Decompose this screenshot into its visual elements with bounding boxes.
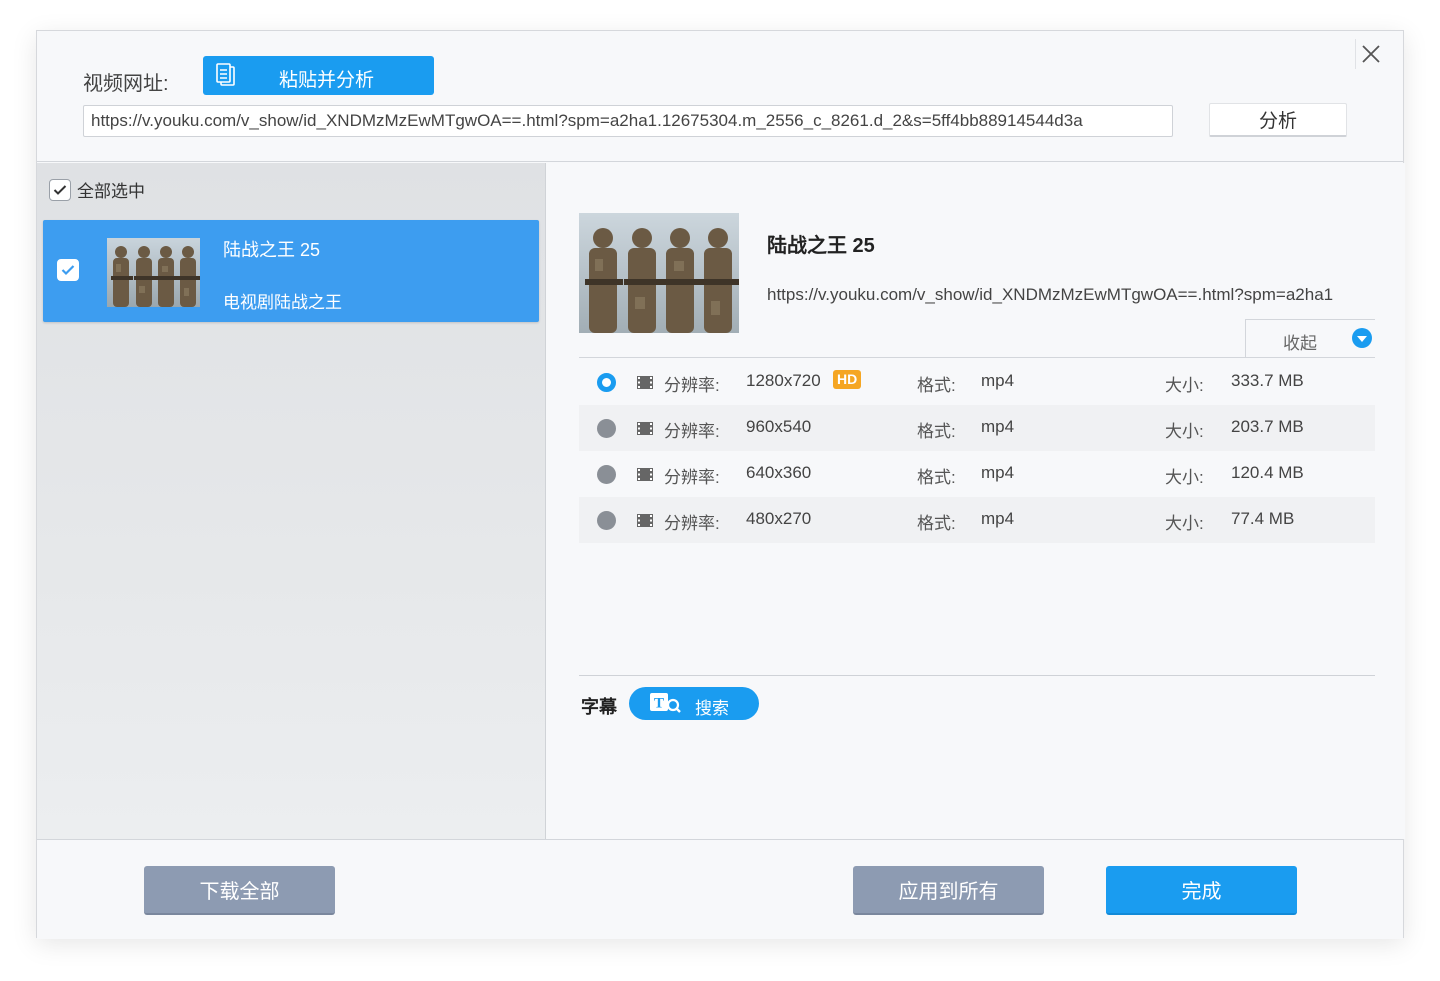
format-key: 格式: xyxy=(917,514,956,533)
format-key: 格式: xyxy=(917,376,956,395)
format-radio[interactable] xyxy=(597,419,616,438)
dialog-header: 视频网址: 粘贴并分析 https://v.youku.com/v_show/i… xyxy=(37,31,1403,162)
select-all-checkbox[interactable]: 全部选中 xyxy=(49,177,145,202)
format-value: mp4 xyxy=(981,371,1015,390)
resolution-value: 1280x720 xyxy=(746,371,821,390)
size-value: 77.4 MB xyxy=(1231,509,1295,528)
film-icon xyxy=(637,514,653,527)
resolution-key: 分辨率: xyxy=(664,468,720,487)
video-title: 陆战之王 25 xyxy=(767,235,875,257)
size-value: 333.7 MB xyxy=(1231,371,1304,390)
video-thumbnail xyxy=(107,238,200,307)
done-button[interactable]: 完成 xyxy=(1106,866,1297,915)
format-value: mp4 xyxy=(981,463,1015,482)
format-value: mp4 xyxy=(981,417,1015,436)
chevron-down-icon xyxy=(1352,328,1372,348)
apply-to-all-button[interactable]: 应用到所有 xyxy=(853,866,1044,915)
item-title: 陆战之王 25 xyxy=(223,240,321,260)
check-icon xyxy=(61,265,75,276)
format-row[interactable]: 分辨率: 480x270 格式: mp4 大小: 77.4 MB xyxy=(579,497,1375,543)
download-dialog: 视频网址: 粘贴并分析 https://v.youku.com/v_show/i… xyxy=(36,30,1405,939)
size-value: 203.7 MB xyxy=(1231,417,1304,436)
subtitle-search-icon: T xyxy=(650,693,681,713)
format-row[interactable]: 分辨率: 1280x720 HD 格式: mp4 大小: 333.7 MB xyxy=(579,359,1375,405)
select-all-label: 全部选中 xyxy=(77,182,145,201)
collapse-label: 收起 xyxy=(1283,334,1317,353)
item-checkbox[interactable] xyxy=(57,259,79,281)
resolution-key: 分辨率: xyxy=(664,514,720,533)
format-key: 格式: xyxy=(917,422,956,441)
resolution-key: 分辨率: xyxy=(664,422,720,441)
check-icon xyxy=(53,184,67,195)
video-preview-thumbnail xyxy=(579,213,739,333)
hd-badge: HD xyxy=(833,370,862,389)
size-key: 大小: xyxy=(1165,376,1204,395)
dialog-footer: 下载全部 应用到所有 完成 xyxy=(37,839,1403,939)
divider xyxy=(579,675,1375,676)
analyze-button[interactable]: 分析 xyxy=(1209,103,1347,137)
format-key: 格式: xyxy=(917,468,956,487)
checkbox[interactable] xyxy=(49,178,71,201)
close-icon xyxy=(1361,45,1380,63)
video-list-sidebar: 全部选中 陆战之王 25 电视剧陆战之王 xyxy=(37,163,546,839)
size-key: 大小: xyxy=(1165,422,1204,441)
format-radio[interactable] xyxy=(597,373,616,392)
size-key: 大小: xyxy=(1165,514,1204,533)
format-value: mp4 xyxy=(981,509,1015,528)
resolution-value: 960x540 xyxy=(746,417,812,436)
collapse-button[interactable]: 收起 xyxy=(1245,319,1375,358)
clipboard-icon xyxy=(216,63,235,86)
paste-button-label: 粘贴并分析 xyxy=(279,70,375,91)
url-input[interactable]: https://v.youku.com/v_show/id_XNDMzMzEwM… xyxy=(83,105,1173,137)
film-icon xyxy=(637,422,653,435)
close-button[interactable] xyxy=(1355,39,1385,69)
size-value: 120.4 MB xyxy=(1231,463,1304,482)
format-row[interactable]: 分辨率: 960x540 格式: mp4 大小: 203.7 MB xyxy=(579,405,1375,451)
video-list-item[interactable]: 陆战之王 25 电视剧陆战之王 xyxy=(43,220,539,322)
subtitle-label: 字幕 xyxy=(581,697,617,717)
svg-text:T: T xyxy=(654,696,664,712)
video-url: https://v.youku.com/v_show/id_XNDMzMzEwM… xyxy=(767,285,1334,304)
search-label: 搜索 xyxy=(695,699,729,718)
divider xyxy=(579,357,1375,358)
film-icon xyxy=(637,376,653,389)
format-radio[interactable] xyxy=(597,465,616,484)
resolution-value: 640x360 xyxy=(746,463,812,482)
video-detail-panel: 陆战之王 25 https://v.youku.com/v_show/id_XN… xyxy=(547,163,1405,839)
resolution-key: 分辨率: xyxy=(664,376,720,395)
film-icon xyxy=(637,468,653,481)
format-radio[interactable] xyxy=(597,511,616,530)
size-key: 大小: xyxy=(1165,468,1204,487)
download-all-button[interactable]: 下载全部 xyxy=(144,866,335,915)
url-label: 视频网址: xyxy=(83,73,169,95)
format-list: 分辨率: 1280x720 HD 格式: mp4 大小: 333.7 MB 分辨… xyxy=(579,359,1375,543)
subtitle-search-button[interactable]: T 搜索 xyxy=(629,687,759,720)
paste-and-analyze-button[interactable]: 粘贴并分析 xyxy=(203,56,434,95)
item-subtitle: 电视剧陆战之王 xyxy=(223,293,342,312)
resolution-value: 480x270 xyxy=(746,509,812,528)
format-row[interactable]: 分辨率: 640x360 格式: mp4 大小: 120.4 MB xyxy=(579,451,1375,497)
